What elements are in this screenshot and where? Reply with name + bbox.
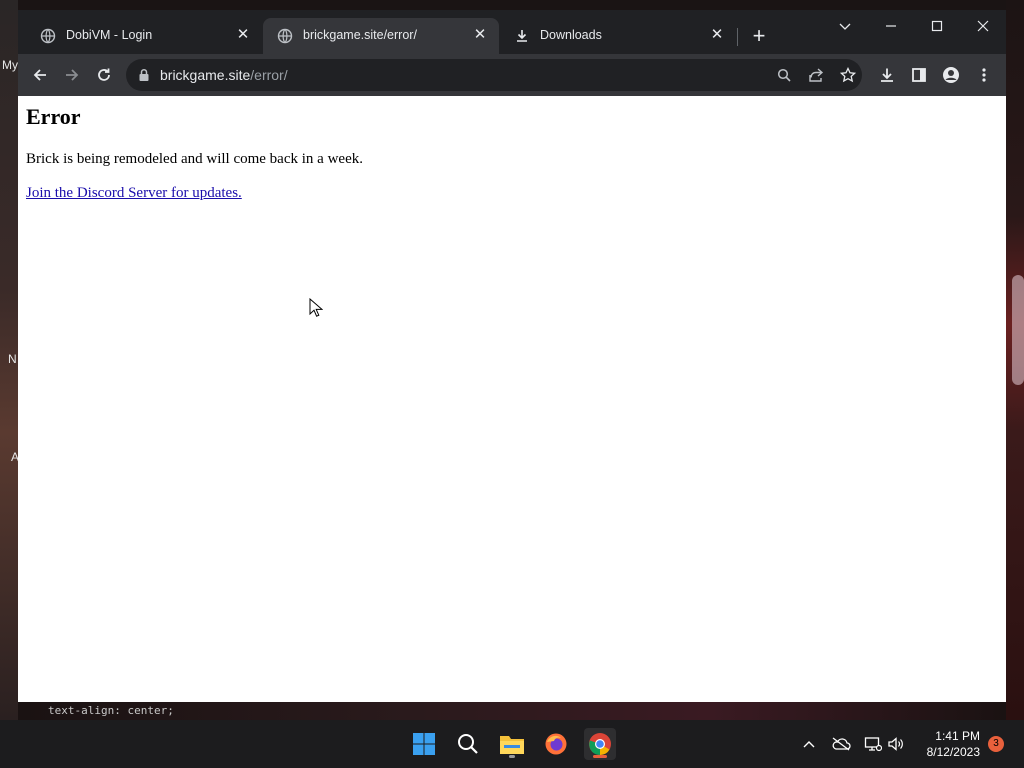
- side-panel-button[interactable]: [907, 63, 931, 87]
- tab-search-button[interactable]: [822, 10, 868, 42]
- star-icon: [840, 67, 856, 83]
- close-window-button[interactable]: [960, 10, 1006, 42]
- zoom-search-button[interactable]: [772, 63, 796, 87]
- reload-icon: [98, 68, 110, 81]
- desktop-left-edge: My N A: [0, 0, 19, 720]
- url-path: /error/: [250, 67, 288, 83]
- browser-window: DobiVM - Login ✕ brickgame.site/error/ ✕…: [18, 10, 1006, 702]
- desktop-label: My: [2, 58, 18, 72]
- share-button[interactable]: [804, 63, 828, 87]
- downloads-button[interactable]: [875, 63, 899, 87]
- background-window-strip: text-align: center;: [18, 702, 1006, 720]
- file-explorer-button[interactable]: [496, 728, 528, 760]
- globe-icon: [40, 28, 56, 44]
- download-icon: [881, 68, 893, 82]
- minimize-button[interactable]: [868, 10, 914, 42]
- chrome-icon: [589, 733, 611, 755]
- browser-toolbar: brickgame.site/error/: [18, 54, 1006, 96]
- clock-date: 8/12/2023: [926, 745, 980, 759]
- back-button[interactable]: [28, 63, 52, 87]
- window-controls: [822, 10, 1006, 42]
- close-icon[interactable]: ✕: [234, 26, 252, 44]
- page-heading: Error: [26, 104, 81, 129]
- maximize-icon: [931, 20, 943, 32]
- page-viewport: Error Brick is being remodeled and will …: [18, 96, 1006, 702]
- page-message: Brick is being remodeled and will come b…: [26, 151, 363, 167]
- download-icon: [517, 30, 527, 42]
- tab-brickgame-error[interactable]: brickgame.site/error/ ✕: [263, 18, 499, 54]
- chevron-up-icon: [803, 741, 815, 748]
- cloud-off-icon: [832, 737, 851, 751]
- menu-button[interactable]: [972, 63, 996, 87]
- search-button[interactable]: [452, 728, 484, 760]
- profile-icon: [943, 67, 959, 83]
- tab-separator: [737, 28, 738, 46]
- new-tab-button[interactable]: +: [748, 25, 770, 48]
- address-bar[interactable]: brickgame.site/error/: [126, 59, 862, 91]
- forward-button[interactable]: [60, 63, 84, 87]
- more-vert-icon: [982, 68, 986, 82]
- share-icon: [809, 68, 824, 82]
- side-panel-icon: [912, 68, 926, 82]
- arrow-left-icon: [33, 69, 46, 81]
- close-icon: [977, 20, 989, 32]
- minimize-icon: [886, 25, 896, 27]
- lock-icon: [139, 68, 149, 81]
- url-host: brickgame.site: [160, 67, 251, 83]
- desktop-right-edge: [1006, 0, 1024, 720]
- notification-badge[interactable]: 3: [988, 736, 1004, 752]
- tab-downloads[interactable]: Downloads ✕: [500, 18, 736, 54]
- tab-title: Downloads: [540, 28, 602, 42]
- mouse-cursor-icon: [309, 298, 323, 317]
- show-hidden-icons-button[interactable]: [797, 732, 821, 756]
- tab-dobivm-login[interactable]: DobiVM - Login ✕: [26, 18, 262, 54]
- close-icon[interactable]: ✕: [708, 26, 726, 44]
- arrow-right-icon: [66, 69, 79, 81]
- maximize-button[interactable]: [914, 10, 960, 42]
- tab-title: DobiVM - Login: [66, 28, 153, 42]
- clock[interactable]: 1:41 PM 8/12/2023: [916, 728, 980, 760]
- profile-button[interactable]: [939, 63, 963, 87]
- tab-strip: DobiVM - Login ✕ brickgame.site/error/ ✕…: [18, 10, 1006, 54]
- chevron-down-icon: [839, 23, 851, 30]
- windows-icon: [413, 733, 435, 755]
- speaker-icon: [888, 737, 903, 751]
- network-icon: [864, 737, 882, 752]
- folder-icon: [500, 736, 524, 754]
- clock-time: 1:41 PM: [935, 729, 980, 743]
- firefox-button[interactable]: [540, 728, 572, 760]
- firefox-icon: [545, 733, 567, 755]
- desktop-label: N: [8, 352, 17, 366]
- tab-title: brickgame.site/error/: [303, 28, 417, 42]
- chrome-button[interactable]: [584, 728, 616, 760]
- code-text: text-align: center;: [48, 704, 174, 717]
- volume-button[interactable]: [884, 732, 908, 756]
- globe-icon: [277, 28, 293, 44]
- running-indicator: [509, 755, 515, 758]
- taskbar: 1:41 PM 8/12/2023 3: [0, 720, 1024, 768]
- bookmark-button[interactable]: [836, 63, 860, 87]
- search-icon: [777, 68, 791, 82]
- search-icon: [458, 734, 478, 754]
- start-button[interactable]: [408, 728, 440, 760]
- discord-link[interactable]: Join the Discord Server for updates.: [26, 185, 242, 202]
- active-indicator: [593, 755, 607, 758]
- onedrive-button[interactable]: [829, 732, 853, 756]
- network-button[interactable]: [861, 732, 885, 756]
- close-icon[interactable]: ✕: [471, 26, 489, 44]
- url-text: brickgame.site/error/: [160, 67, 288, 83]
- reload-button[interactable]: [92, 63, 116, 87]
